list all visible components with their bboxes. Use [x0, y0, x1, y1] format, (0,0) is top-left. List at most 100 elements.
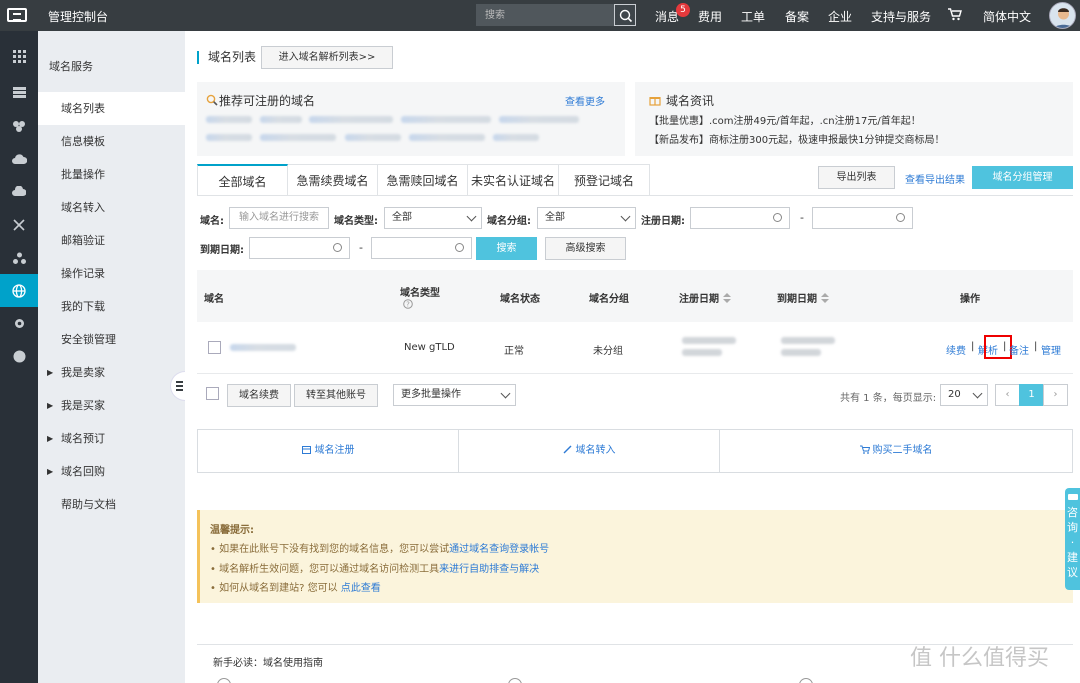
search-input[interactable] — [476, 4, 614, 26]
sidebar-item-seller[interactable]: ▶ 我是卖家 — [38, 356, 185, 389]
col-exp-date[interactable]: 到期日期 — [777, 290, 830, 305]
sidebar-item-security-lock[interactable]: 安全锁管理 — [38, 323, 185, 356]
view-here-link[interactable]: 点此查看 — [341, 583, 381, 594]
nav-enterprise[interactable]: 企业 — [828, 8, 852, 25]
sort-icon[interactable] — [821, 293, 830, 303]
blurred-domain[interactable] — [206, 116, 252, 123]
reg-date-start-input[interactable] — [690, 207, 790, 229]
blurred-domain[interactable] — [345, 134, 401, 141]
blurred-domain[interactable] — [260, 116, 302, 123]
select-all-checkbox[interactable] — [206, 387, 219, 400]
prev-page-button[interactable]: ‹ — [995, 384, 1020, 406]
consult-feedback-button[interactable]: 咨询·建议 — [1065, 488, 1080, 590]
batch-renew-button[interactable]: 域名续费 — [227, 384, 291, 407]
domain-type-select[interactable]: 全部 — [384, 207, 482, 229]
cloud-upload-icon[interactable] — [0, 175, 38, 208]
sidebar-item-transfer-in[interactable]: 域名转入 — [38, 191, 185, 224]
tab-unverified[interactable]: 未实名认证域名 — [468, 164, 559, 196]
table-row: New gTLD 正常 未分组 续费 | 解析 | 备注 | 管理 — [197, 322, 1073, 374]
blurred-domain[interactable] — [401, 116, 491, 123]
manage-link[interactable]: 管理 — [1041, 342, 1061, 357]
quick-buy-second-hand[interactable]: 购买二手域名 — [720, 430, 1072, 472]
export-list-button[interactable]: 导出列表 — [818, 166, 895, 189]
recommend-more-link[interactable]: 查看更多 — [565, 93, 605, 108]
cloud-icon[interactable] — [0, 142, 38, 175]
sidebar-item-domain-list[interactable]: 域名列表 — [38, 92, 185, 125]
nav-filing[interactable]: 备案 — [785, 8, 809, 25]
console-title[interactable]: 管理控制台 — [48, 8, 108, 25]
network-icon[interactable] — [0, 208, 38, 241]
tab-preregistered[interactable]: 预登记域名 — [559, 164, 650, 196]
blurred-domain[interactable] — [206, 134, 252, 141]
renew-link[interactable]: 续费 — [946, 342, 966, 357]
tab-redeem-urgent[interactable]: 急需赎回域名 — [378, 164, 468, 196]
blurred-domain[interactable] — [499, 116, 579, 123]
gift-icon — [649, 97, 661, 106]
cart-icon[interactable] — [948, 8, 962, 24]
tab-renew-urgent[interactable]: 急需续费域名 — [288, 164, 378, 196]
search-button[interactable] — [614, 4, 636, 26]
blurred-domain[interactable] — [493, 134, 539, 141]
goto-dns-list-button[interactable]: 进入域名解析列表>> — [261, 46, 393, 69]
circle-icon[interactable] — [0, 340, 38, 373]
note-link[interactable]: 备注 — [1009, 342, 1029, 357]
page-1-button[interactable]: 1 — [1019, 384, 1044, 406]
consult-label: 咨询·建议 — [1067, 506, 1078, 579]
quick-register[interactable]: 域名注册 — [198, 430, 458, 472]
domain-sidebar: 域名服务 域名列表 信息模板 批量操作 域名转入 邮箱验证 操作记录 我的下载 … — [38, 31, 185, 683]
aliyun-logo-icon[interactable] — [7, 8, 27, 22]
sidebar-item-logs[interactable]: 操作记录 — [38, 257, 185, 290]
user-avatar[interactable] — [1049, 2, 1076, 29]
domain-globe-icon[interactable] — [0, 274, 38, 307]
date-range-dash: - — [800, 211, 804, 224]
sidebar-item-reservation[interactable]: ▶ 域名预订 — [38, 422, 185, 455]
transfer-account-button[interactable]: 转至其他账号 — [294, 384, 378, 407]
domain-group-select[interactable]: 全部 — [537, 207, 636, 229]
tab-all-domains[interactable]: 全部域名 — [197, 164, 288, 196]
col-reg-date[interactable]: 注册日期 — [679, 290, 732, 305]
nav-language[interactable]: 简体中文 — [983, 8, 1031, 25]
self-troubleshoot-link[interactable]: 来进行自助排查与解决 — [439, 564, 539, 575]
nav-fees[interactable]: 费用 — [698, 8, 722, 25]
sidebar-item-batch[interactable]: 批量操作 — [38, 158, 185, 191]
domain-search-input[interactable]: 输入域名进行搜索 — [229, 207, 329, 229]
server-icon[interactable] — [0, 76, 38, 109]
blurred-domain[interactable] — [260, 134, 336, 141]
row-checkbox[interactable] — [208, 341, 221, 354]
resolve-highlight-box — [984, 335, 1012, 359]
login-by-domain-link[interactable]: 通过域名查询登录帐号 — [449, 544, 549, 555]
sort-icon[interactable] — [723, 293, 732, 303]
blurred-domain[interactable] — [309, 116, 393, 123]
next-page-button[interactable]: › — [1043, 384, 1068, 406]
domain-tabs: 全部域名 急需续费域名 急需赎回域名 未实名认证域名 预登记域名 — [197, 164, 651, 196]
exp-date-start-input[interactable] — [249, 237, 350, 259]
sidebar-item-email-verify[interactable]: 邮箱验证 — [38, 224, 185, 257]
nav-tickets[interactable]: 工单 — [741, 8, 765, 25]
more-batch-select[interactable]: 更多批量操作 — [393, 384, 516, 406]
share-icon[interactable] — [0, 241, 38, 274]
quick-transfer-in[interactable]: 域名转入 — [459, 430, 719, 472]
gear-icon[interactable] — [0, 307, 38, 340]
nav-messages[interactable]: 消息 5 — [655, 3, 690, 25]
sidebar-item-buyer[interactable]: ▶ 我是买家 — [38, 389, 185, 422]
search-button[interactable]: 搜索 — [476, 237, 537, 260]
sidebar-item-downloads[interactable]: 我的下载 — [38, 290, 185, 323]
advanced-search-button[interactable]: 高级搜索 — [545, 237, 626, 260]
exp-date-end-input[interactable] — [371, 237, 472, 259]
cluster-icon[interactable] — [0, 109, 38, 142]
help-circle-icon[interactable]: ? — [403, 299, 413, 309]
apps-grid-icon[interactable] — [0, 40, 38, 73]
news-item[interactable]: 【新品发布】商标注册300元起，极速申报最快1分钟提交商标局！ — [649, 131, 944, 146]
page-size-select[interactable]: 20 — [940, 384, 988, 406]
sidebar-item-help[interactable]: 帮助与文档 — [38, 488, 185, 521]
sidebar-item-buyback[interactable]: ▶ 域名回购 — [38, 455, 185, 488]
news-item[interactable]: 【批量优惠】.com注册49元/首年起，.cn注册17元/首年起！ — [649, 112, 921, 127]
blurred-domain[interactable] — [409, 134, 485, 141]
link-icon — [563, 445, 571, 454]
view-export-result-link[interactable]: 查看导出结果 — [905, 171, 965, 186]
blurred-domain-name[interactable] — [230, 344, 296, 351]
nav-support[interactable]: 支持与服务 — [871, 8, 931, 25]
reg-date-end-input[interactable] — [812, 207, 913, 229]
group-manage-button[interactable]: 域名分组管理 — [972, 166, 1073, 189]
sidebar-item-templates[interactable]: 信息模板 — [38, 125, 185, 158]
